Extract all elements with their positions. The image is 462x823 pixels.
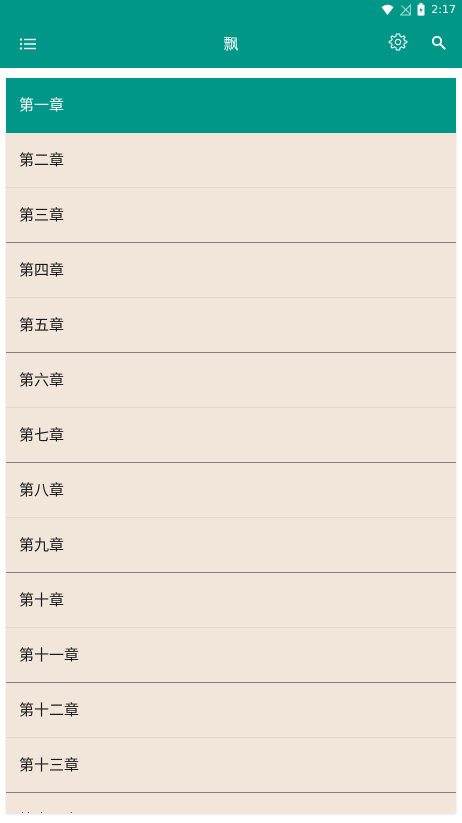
app-bar: 飘 (0, 20, 462, 68)
menu-icon (20, 35, 36, 54)
settings-icon (388, 32, 408, 56)
chapter-item-6[interactable]: 第六章 (6, 353, 456, 408)
clock: 2:17 (431, 3, 456, 16)
chapter-item-2[interactable]: 第二章 (6, 133, 456, 188)
chapter-item-9[interactable]: 第九章 (6, 518, 456, 573)
chapter-item-13[interactable]: 第十三章 (6, 738, 456, 793)
no-signal-icon (400, 3, 412, 16)
chapter-item-10[interactable]: 第十章 (6, 573, 456, 628)
chapter-item-12[interactable]: 第十二章 (6, 683, 456, 738)
chapter-item-1[interactable]: 第一章 (6, 78, 456, 133)
status-icons: 2:17 (381, 3, 456, 16)
chapter-item-5[interactable]: 第五章 (6, 298, 456, 353)
chapter-item-14[interactable]: 第十四章 (6, 793, 456, 813)
chapter-item-8[interactable]: 第八章 (6, 463, 456, 518)
settings-button[interactable] (376, 20, 420, 68)
chapter-item-3[interactable]: 第三章 (6, 188, 456, 243)
status-bar: 2:17 (0, 0, 462, 20)
battery-icon (417, 3, 425, 16)
chapter-list[interactable]: 第一章 第二章 第三章 第四章 第五章 第六章 第七章 第八章 第九章 第十章 … (6, 78, 456, 813)
chapter-item-11[interactable]: 第十一章 (6, 628, 456, 683)
chapter-item-7[interactable]: 第七章 (6, 408, 456, 463)
search-icon (431, 35, 446, 54)
wifi-icon (381, 4, 394, 16)
chapter-item-4[interactable]: 第四章 (6, 243, 456, 298)
search-button[interactable] (416, 20, 460, 68)
menu-button[interactable] (6, 20, 50, 68)
